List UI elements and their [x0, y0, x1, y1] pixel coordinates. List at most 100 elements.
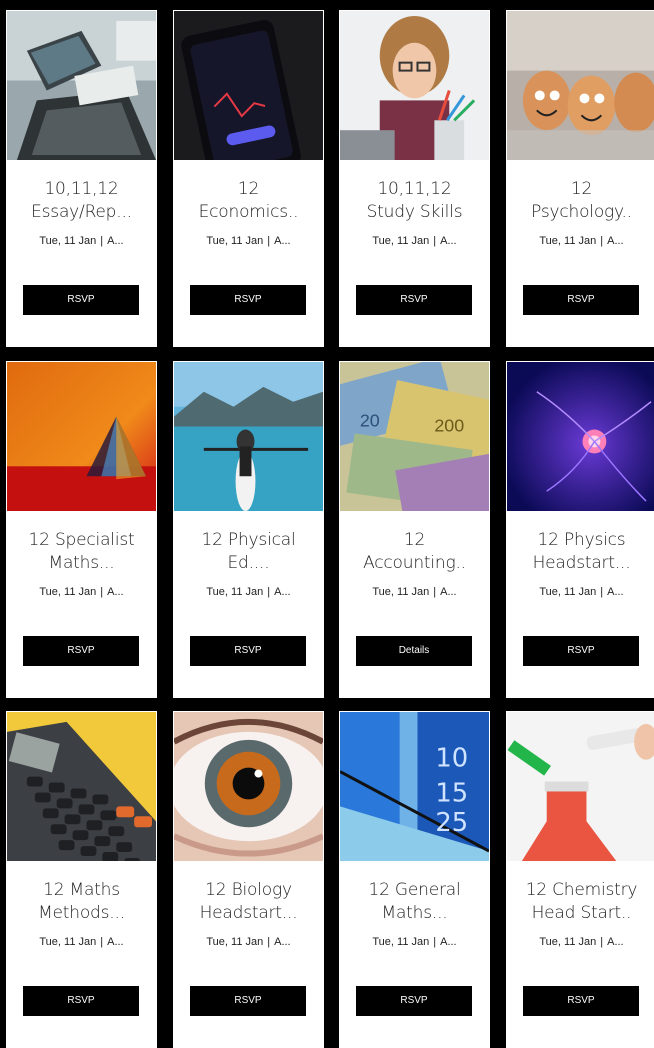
event-meta: Tue, 11 Jan | A... — [6, 586, 157, 598]
event-title[interactable]: 12 Psychology.. — [514, 178, 649, 224]
event-date: Tue, 11 Jan — [372, 586, 430, 598]
wall-number-2: 15 — [435, 778, 468, 808]
meta-separator: | — [267, 586, 271, 598]
event-title[interactable]: 12 Specialist Maths... — [14, 529, 149, 575]
event-title-line-1: 12 Biology — [205, 880, 292, 900]
event-venue: A... — [107, 235, 124, 247]
event-title-line-2: Essay/Rep... — [31, 202, 132, 222]
chemistry-flask-image[interactable] — [507, 712, 654, 861]
egg-faces-image[interactable] — [507, 11, 654, 160]
event-venue: A... — [107, 936, 124, 948]
event-meta: Tue, 11 Jan | A... — [173, 235, 324, 247]
event-card[interactable]: 12 Maths Methods... Tue, 11 Jan | A... RSV… — [6, 711, 157, 1048]
rsvp-button[interactable]: RSVP — [190, 285, 306, 315]
event-title[interactable]: 12 Physics Headstart... — [514, 529, 649, 575]
rsvp-button[interactable]: RSVP — [23, 636, 139, 666]
event-title-line-1: 12 Physics — [537, 530, 626, 550]
event-title[interactable]: 12 General Maths... — [347, 879, 482, 925]
event-title[interactable]: 12 Accounting.. — [347, 529, 482, 575]
event-title-line-2: Psychology.. — [531, 202, 632, 222]
event-title-line-1: 12 General — [368, 880, 461, 900]
event-meta: Tue, 11 Jan | A... — [6, 235, 157, 247]
event-title-line-2: Head Start.. — [531, 903, 632, 923]
event-title-line-2: Maths... — [48, 553, 115, 573]
event-venue: A... — [607, 235, 624, 247]
student-pencils-image[interactable] — [340, 11, 489, 160]
event-card[interactable]: 10,11,12 Study Skills Tue, 11 Jan | A... R… — [339, 10, 490, 347]
event-title[interactable]: 10,11,12 Study Skills — [347, 178, 482, 224]
event-title-line-2: Methods... — [38, 903, 125, 923]
event-date: Tue, 11 Jan — [39, 235, 97, 247]
rsvp-button[interactable]: RSVP — [356, 285, 472, 315]
rsvp-button[interactable]: RSVP — [523, 636, 639, 666]
event-title[interactable]: 12 Biology Headstart... — [181, 879, 316, 925]
event-meta: Tue, 11 Jan | A... — [339, 235, 490, 247]
event-date: Tue, 11 Jan — [39, 586, 97, 598]
meta-separator: | — [267, 235, 271, 247]
event-venue: A... — [274, 936, 291, 948]
event-title[interactable]: 12 Physical Ed.... — [181, 529, 316, 575]
event-card[interactable]: 12 Physical Ed.... Tue, 11 Jan | A... RSVP — [173, 361, 324, 698]
rsvp-button[interactable]: RSVP — [190, 986, 306, 1016]
event-date: Tue, 11 Jan — [206, 235, 264, 247]
kayak-lake-image[interactable] — [174, 362, 323, 511]
event-title-line-2: Accounting.. — [363, 553, 466, 573]
numbers-wall-image[interactable]: 10 15 25 — [340, 712, 489, 861]
event-venue: A... — [440, 586, 457, 598]
event-date: Tue, 11 Jan — [539, 586, 597, 598]
event-title-line-1: 12 — [403, 530, 426, 550]
event-card[interactable]: 10 15 25 12 General Maths... Tue, 11 Jan… — [339, 711, 490, 1048]
stock-phone-image[interactable] — [174, 11, 323, 160]
event-title-line-2: Study Skills — [366, 202, 463, 222]
plasma-ball-image[interactable] — [507, 362, 654, 511]
event-title[interactable]: 12 Chemistry Head Start.. — [514, 879, 649, 925]
event-meta: Tue, 11 Jan | A... — [173, 586, 324, 598]
rsvp-button[interactable]: RSVP — [23, 285, 139, 315]
event-card[interactable]: 20 200 12 Accounting.. Tue, 11 Jan | A... … — [339, 361, 490, 698]
event-date: Tue, 11 Jan — [206, 586, 264, 598]
event-title-line-2: Headstart... — [199, 903, 298, 923]
event-date: Tue, 11 Jan — [206, 936, 264, 948]
event-card[interactable]: 12 Psychology.. Tue, 11 Jan | A... RSVP — [506, 10, 654, 347]
event-title[interactable]: 12 Maths Methods... — [14, 879, 149, 925]
event-title[interactable]: 12 Economics.. — [181, 178, 316, 224]
event-venue: A... — [440, 936, 457, 948]
rsvp-button[interactable]: RSVP — [190, 636, 306, 666]
event-card[interactable]: 12 Economics.. Tue, 11 Jan | A... RSVP — [173, 10, 324, 347]
meta-separator: | — [600, 936, 604, 948]
meta-separator: | — [267, 936, 271, 948]
rsvp-button[interactable]: RSVP — [356, 986, 472, 1016]
event-title-line-1: 12 Chemistry — [525, 880, 638, 900]
event-title-line-1: 12 Specialist — [28, 530, 135, 550]
event-venue: A... — [274, 586, 291, 598]
event-title-line-1: 12 — [237, 179, 260, 199]
meta-separator: | — [600, 235, 604, 247]
event-title-line-2: Maths... — [381, 903, 448, 923]
event-card[interactable]: 12 Specialist Maths... Tue, 11 Jan | A... … — [6, 361, 157, 698]
event-card[interactable]: 12 Physics Headstart... Tue, 11 Jan | A...… — [506, 361, 654, 698]
event-meta: Tue, 11 Jan | A... — [339, 936, 490, 948]
eye-closeup-image[interactable] — [174, 712, 323, 861]
event-venue: A... — [107, 586, 124, 598]
event-venue: A... — [274, 235, 291, 247]
meta-separator: | — [433, 586, 437, 598]
laptop-desk-image[interactable] — [7, 11, 156, 160]
event-title[interactable]: 10,11,12 Essay/Rep... — [14, 178, 149, 224]
event-card[interactable]: 12 Chemistry Head Start.. Tue, 11 Jan | A.… — [506, 711, 654, 1048]
event-date: Tue, 11 Jan — [372, 235, 430, 247]
event-title-line-1: 12 — [570, 179, 593, 199]
prism-image[interactable] — [7, 362, 156, 511]
svg-text:20: 20 — [360, 411, 380, 431]
rsvp-button[interactable]: RSVP — [23, 986, 139, 1016]
event-card[interactable]: 10,11,12 Essay/Rep... Tue, 11 Jan | A... R… — [6, 10, 157, 347]
wall-number-3: 25 — [435, 808, 468, 838]
event-date: Tue, 11 Jan — [39, 936, 97, 948]
rsvp-button[interactable]: RSVP — [523, 986, 639, 1016]
meta-separator: | — [433, 235, 437, 247]
details-button[interactable]: Details — [356, 636, 472, 666]
rsvp-button[interactable]: RSVP — [523, 285, 639, 315]
event-card[interactable]: 12 Biology Headstart... Tue, 11 Jan | A...… — [173, 711, 324, 1048]
event-title-line-2: Economics.. — [198, 202, 299, 222]
euro-notes-image[interactable]: 20 200 — [340, 362, 489, 511]
calculator-image[interactable] — [7, 712, 156, 861]
